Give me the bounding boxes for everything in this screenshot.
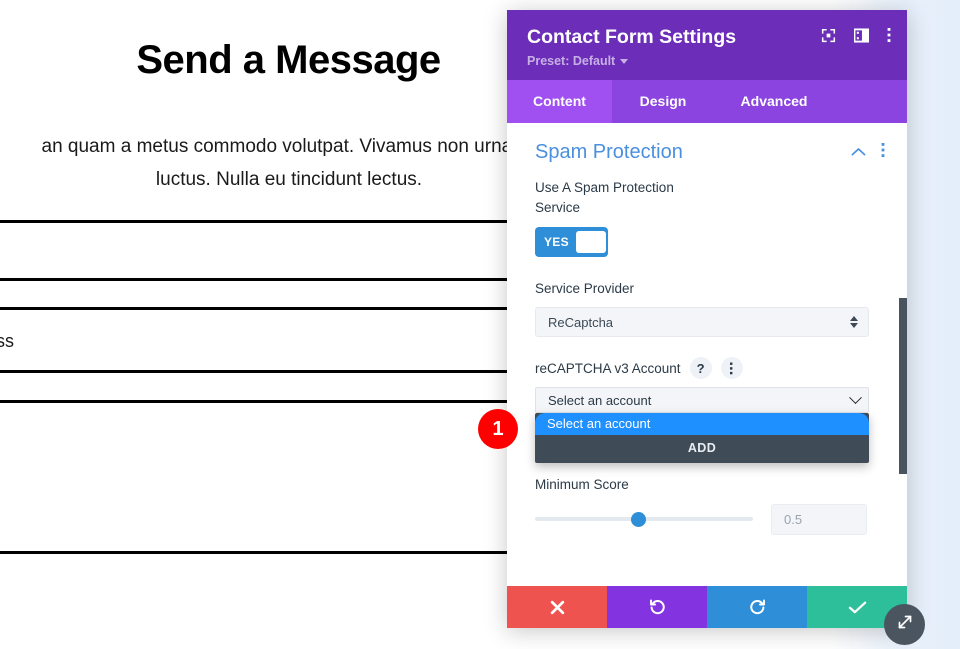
slider-thumb[interactable]: [631, 511, 646, 527]
add-account-button[interactable]: ADD: [535, 435, 869, 463]
spam-protection-section-header: Spam Protection: [507, 123, 907, 172]
section-actions: [851, 142, 885, 163]
check-icon: [848, 600, 867, 615]
recaptcha-account-dropdown: Select an account ADD: [535, 413, 869, 464]
dropdown-option-select-an-account[interactable]: Select an account: [535, 413, 869, 436]
form-field-divider: [0, 278, 590, 281]
sort-arrows-icon: [850, 316, 858, 329]
preset-label: Preset: Default: [527, 54, 616, 69]
modal-header: Contact Form Settings Preset: Default: [507, 10, 907, 81]
more-vertical-icon[interactable]: [720, 357, 743, 380]
modal-scrollbar[interactable]: [899, 123, 907, 586]
chevron-down-icon: [620, 58, 629, 64]
use-spam-service-label: Use A Spam Protection Service: [535, 180, 674, 215]
modal-scrollbar-thumb[interactable]: [899, 298, 907, 475]
minimum-score-row: 0.5: [535, 503, 879, 535]
form-field-text: ess: [0, 331, 15, 351]
more-vertical-icon[interactable]: [887, 27, 891, 43]
section-title: Spam Protection: [535, 141, 683, 164]
service-provider-select[interactable]: ReCaptcha: [535, 307, 869, 338]
recaptcha-account-select-wrap: Select an account Select an account ADD: [535, 387, 869, 464]
recaptcha-account-label-row: reCAPTCHA v3 Account ?: [535, 357, 879, 380]
toggle-knob: [575, 230, 606, 253]
cancel-button[interactable]: [507, 586, 607, 628]
page-title: Send a Message: [136, 38, 441, 82]
form-field-divider: [0, 307, 590, 310]
tab-content[interactable]: Content: [507, 80, 612, 124]
form-field-divider: [0, 400, 590, 403]
minimum-score-value: 0.5: [784, 511, 803, 527]
chevron-up-icon[interactable]: [851, 144, 866, 162]
toggle-state-label: YES: [544, 234, 569, 249]
tab-design[interactable]: Design: [612, 80, 714, 123]
help-icon[interactable]: ?: [689, 357, 712, 380]
resize-diagonal-icon: [895, 612, 915, 637]
recaptcha-account-value: Select an account: [548, 392, 652, 408]
recaptcha-account-select[interactable]: Select an account: [535, 387, 869, 414]
contact-form-settings-modal: Contact Form Settings Preset: Default Co…: [507, 10, 907, 628]
modal-tabs: Content Design Advanced: [507, 80, 907, 124]
minimum-score-input[interactable]: 0.5: [771, 503, 867, 535]
more-vertical-icon[interactable]: [881, 142, 885, 163]
chevron-down-icon: [849, 390, 862, 404]
redo-icon: [748, 598, 767, 617]
recaptcha-account-label: reCAPTCHA v3 Account: [535, 360, 681, 376]
field-use-spam-service: Use A Spam Protection Service YES: [507, 172, 907, 257]
undo-button[interactable]: [607, 586, 707, 628]
close-icon: [549, 599, 566, 616]
service-provider-label: Service Provider: [535, 280, 635, 296]
preset-selector[interactable]: Preset: Default: [527, 54, 887, 68]
focus-icon[interactable]: [821, 28, 836, 43]
help-glyph: ?: [696, 360, 705, 376]
modal-footer: [507, 586, 907, 628]
minimum-score-label: Minimum Score: [535, 477, 629, 493]
use-spam-service-toggle[interactable]: YES: [535, 226, 608, 257]
layout-panel-icon[interactable]: [854, 27, 869, 43]
tab-advanced[interactable]: Advanced: [714, 80, 834, 123]
annotation-badge: 1: [478, 409, 518, 449]
form-field-divider: [0, 551, 590, 554]
minimum-score-slider[interactable]: [535, 510, 753, 528]
modal-body: Spam Protection Use A Spam Protection Se…: [507, 123, 907, 586]
field-service-provider: Service Provider ReCaptcha: [507, 257, 907, 338]
redo-button[interactable]: [707, 586, 807, 628]
resize-handle[interactable]: [884, 604, 925, 645]
undo-icon: [648, 598, 667, 617]
service-provider-value: ReCaptcha: [548, 314, 614, 330]
field-recaptcha-account: reCAPTCHA v3 Account ? Select an account: [507, 337, 907, 464]
form-field-divider: [0, 370, 590, 373]
form-field-divider: [0, 220, 590, 223]
modal-header-icons: [821, 27, 891, 43]
